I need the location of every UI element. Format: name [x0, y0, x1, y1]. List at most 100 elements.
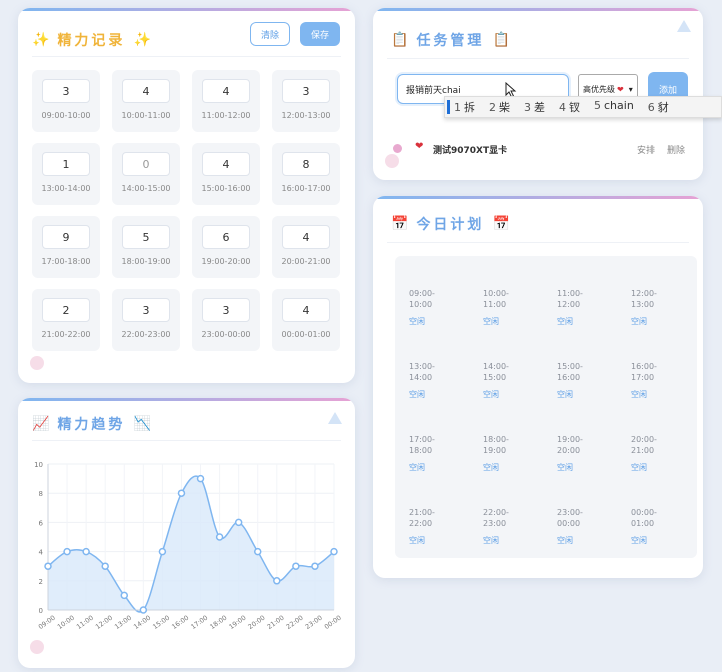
energy-value-input[interactable]: 3	[42, 79, 90, 103]
energy-slot: 4 15:00-16:00	[192, 143, 260, 205]
energy-value-input[interactable]: 5	[122, 225, 170, 249]
clear-button[interactable]: 清除	[250, 22, 290, 46]
energy-value-input[interactable]: 4	[282, 225, 330, 249]
plan-slot[interactable]: 23:00- 00:00 空闲	[557, 507, 617, 546]
ime-candidate-text: 钗	[569, 101, 580, 114]
ime-candidate[interactable]: 4钗	[559, 99, 580, 115]
plan-slot-time: 21:00- 22:00	[409, 508, 435, 528]
y-tick-label: 8	[39, 490, 43, 498]
plan-slot-time: 20:00- 21:00	[631, 435, 657, 455]
energy-value-input[interactable]: 3	[202, 298, 250, 322]
energy-slot: 4 20:00-21:00	[272, 216, 340, 278]
plan-slot[interactable]: 00:00- 01:00 空闲	[631, 507, 691, 546]
divider	[32, 440, 341, 441]
y-tick-label: 6	[39, 519, 44, 527]
ime-candidate[interactable]: 1拆	[454, 99, 475, 115]
energy-value-input[interactable]: 3	[122, 298, 170, 322]
plan-slot[interactable]: 18:00- 19:00 空闲	[483, 434, 543, 473]
energy-slot-time: 10:00-11:00	[121, 111, 171, 120]
x-tick-label: 13:00	[113, 614, 133, 631]
plan-slot[interactable]: 10:00- 11:00 空闲	[483, 288, 543, 327]
plan-slot[interactable]: 11:00- 12:00 空闲	[557, 288, 617, 327]
plan-slot-status: 空闲	[557, 317, 573, 326]
energy-value-input[interactable]: 0	[122, 152, 170, 176]
y-tick-label: 10	[34, 461, 43, 469]
plan-slot-grid: 09:00- 10:00 空闲 10:00- 11:00 空闲 11:00- 12:00 空闲 1…	[395, 256, 697, 558]
chart-up-icon: 📈	[32, 416, 50, 432]
energy-value-input[interactable]: 8	[282, 152, 330, 176]
clipboard-icon: 📋	[492, 32, 510, 48]
plan-slot[interactable]: 09:00- 10:00 空闲	[409, 288, 469, 327]
data-point	[82, 547, 90, 556]
task-input-value: 报销前天chai	[406, 86, 461, 96]
energy-slot-time: 20:00-21:00	[281, 257, 331, 266]
plan-slot[interactable]: 16:00- 17:00 空闲	[631, 361, 691, 400]
energy-value-input[interactable]: 4	[122, 79, 170, 103]
decorative-dot	[30, 356, 44, 370]
plan-slot[interactable]: 13:00- 14:00 空闲	[409, 361, 469, 400]
energy-slot-time: 23:00-00:00	[201, 330, 251, 339]
plan-slot-status: 空闲	[409, 317, 425, 326]
y-tick-label: 2	[39, 578, 43, 586]
ime-candidate[interactable]: 6豺	[648, 99, 669, 115]
plan-slot-time: 11:00- 12:00	[557, 289, 583, 309]
plan-slot[interactable]: 21:00- 22:00 空闲	[409, 507, 469, 546]
x-tick-label: 12:00	[94, 614, 114, 631]
data-point	[253, 547, 262, 556]
x-tick-label: 20:00	[247, 614, 267, 631]
schedule-task-button[interactable]: 安排	[637, 143, 655, 156]
calendar-icon: 📅	[492, 216, 510, 232]
plan-slot-status: 空闲	[631, 317, 647, 326]
save-button[interactable]: 保存	[300, 22, 340, 46]
plan-slot[interactable]: 12:00- 13:00 空闲	[631, 288, 691, 327]
energy-slot: 2 21:00-22:00	[32, 289, 100, 351]
ime-candidate[interactable]: 3差	[524, 99, 545, 115]
data-point	[215, 533, 224, 541]
x-tick-label: 17:00	[189, 614, 209, 631]
x-tick-label: 23:00	[304, 614, 324, 631]
series-area	[48, 476, 334, 612]
data-point	[158, 547, 167, 556]
triangle-decor-icon	[328, 412, 342, 424]
plan-slot-time: 13:00- 14:00	[409, 362, 435, 382]
energy-slot-time: 11:00-12:00	[201, 111, 251, 120]
energy-slot-time: 09:00-10:00	[41, 111, 91, 120]
delete-task-button[interactable]: 删除	[667, 143, 685, 156]
energy-value-input[interactable]: 4	[202, 152, 250, 176]
plan-slot[interactable]: 17:00- 18:00 空闲	[409, 434, 469, 473]
ime-candidate-number: 6	[647, 101, 655, 114]
energy-value-input[interactable]: 4	[202, 79, 250, 103]
data-point	[292, 562, 300, 570]
today-plan-card: 📅 今日计划 📅 09:00- 10:00 空闲 10:00- 11:00 空闲 11:00…	[373, 196, 703, 578]
ime-candidate-text: chain	[604, 99, 634, 112]
ime-candidate[interactable]: 5 chain	[594, 99, 634, 115]
ime-candidate-number: 3	[524, 101, 531, 114]
sparkle-icon: ✨	[32, 32, 50, 48]
plan-slot-time: 10:00- 11:00	[483, 289, 509, 309]
energy-value-input[interactable]: 4	[282, 298, 330, 322]
plan-slot[interactable]: 20:00- 21:00 空闲	[631, 434, 691, 473]
energy-value-input[interactable]: 1	[42, 152, 90, 176]
energy-value-input[interactable]: 9	[42, 225, 90, 249]
plan-slot[interactable]: 15:00- 16:00 空闲	[557, 361, 617, 400]
ime-candidate[interactable]: 2柴	[489, 99, 510, 115]
plan-slot[interactable]: 14:00- 15:00 空闲	[483, 361, 543, 400]
plan-slot-time: 15:00- 16:00	[557, 362, 583, 382]
today-plan-title: 📅 今日计划 📅	[391, 214, 510, 234]
x-tick-label: 15:00	[151, 614, 171, 631]
divider	[387, 58, 689, 59]
x-tick-label: 16:00	[170, 614, 190, 631]
plan-slot-status: 空闲	[557, 390, 573, 399]
plan-slot[interactable]: 19:00- 20:00 空闲	[557, 434, 617, 473]
divider	[32, 56, 341, 57]
energy-value-input[interactable]: 6	[202, 225, 250, 249]
plan-slot[interactable]: 22:00- 23:00 空闲	[483, 507, 543, 546]
energy-value-input[interactable]: 3	[282, 79, 330, 103]
ime-candidate-bar: 1 拆 2 柴 3 差 4 钗 5 chain 6 豺	[444, 96, 722, 118]
task-manager-title-text: 任务管理	[416, 33, 485, 49]
energy-value-input[interactable]: 2	[42, 298, 90, 322]
energy-slot-time: 15:00-16:00	[201, 184, 251, 193]
plan-slot-status: 空闲	[631, 536, 647, 545]
energy-slot: 4 10:00-11:00	[112, 70, 180, 132]
task-name: 测试9070XT显卡	[433, 146, 508, 156]
